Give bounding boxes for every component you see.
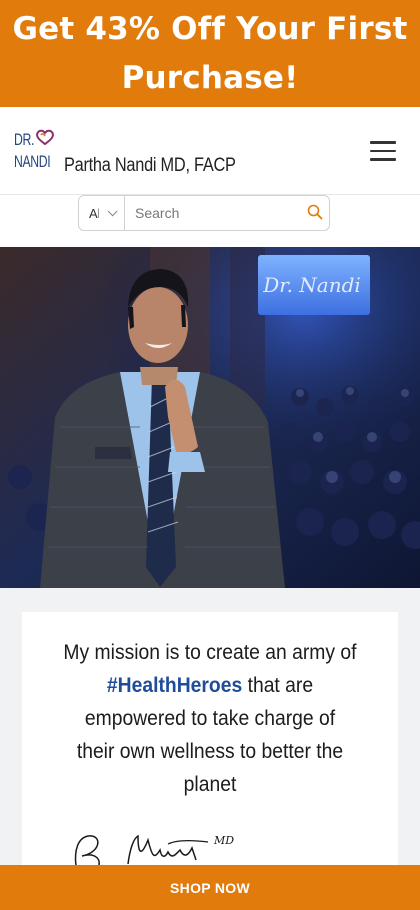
logo[interactable]: DR. NANDI <box>14 127 58 175</box>
search-icon[interactable] <box>307 204 323 220</box>
hamburger-menu-icon[interactable] <box>370 141 396 161</box>
site-header: DR. NANDI Partha Nandi MD, FACP <box>0 107 420 195</box>
mission-statement: My mission is to create an army of #Heal… <box>37 636 383 801</box>
screen-logo-text: Dr. Nandi <box>262 273 361 297</box>
site-name[interactable]: Partha Nandi MD, FACP <box>64 155 236 177</box>
hero-image: Dr. Nandi <box>0 247 420 588</box>
shop-now-button[interactable]: SHOP NOW <box>0 865 420 910</box>
signature-image: MD <box>74 834 234 869</box>
logo-text-dr: DR. <box>14 130 35 149</box>
hashtag-link[interactable]: #HealthHeroes <box>107 674 242 697</box>
chevron-down-icon <box>107 205 118 216</box>
search-field: All <box>78 195 330 231</box>
logo-text-nandi: NANDI <box>14 152 51 171</box>
mission-text-1: My mission is to create an army of <box>63 641 357 664</box>
promo-text: Get 43% Off Your First Purchase! <box>12 10 408 96</box>
signature-md: MD <box>213 834 234 847</box>
search-bar: All <box>0 195 420 247</box>
hero-photo: Dr. Nandi <box>0 247 420 588</box>
search-input[interactable] <box>126 196 296 230</box>
heart-logo-icon <box>36 129 54 145</box>
promo-banner[interactable]: Get 43% Off Your First Purchase! <box>0 0 420 107</box>
category-value: All <box>89 205 99 221</box>
category-select[interactable]: All <box>79 196 125 230</box>
